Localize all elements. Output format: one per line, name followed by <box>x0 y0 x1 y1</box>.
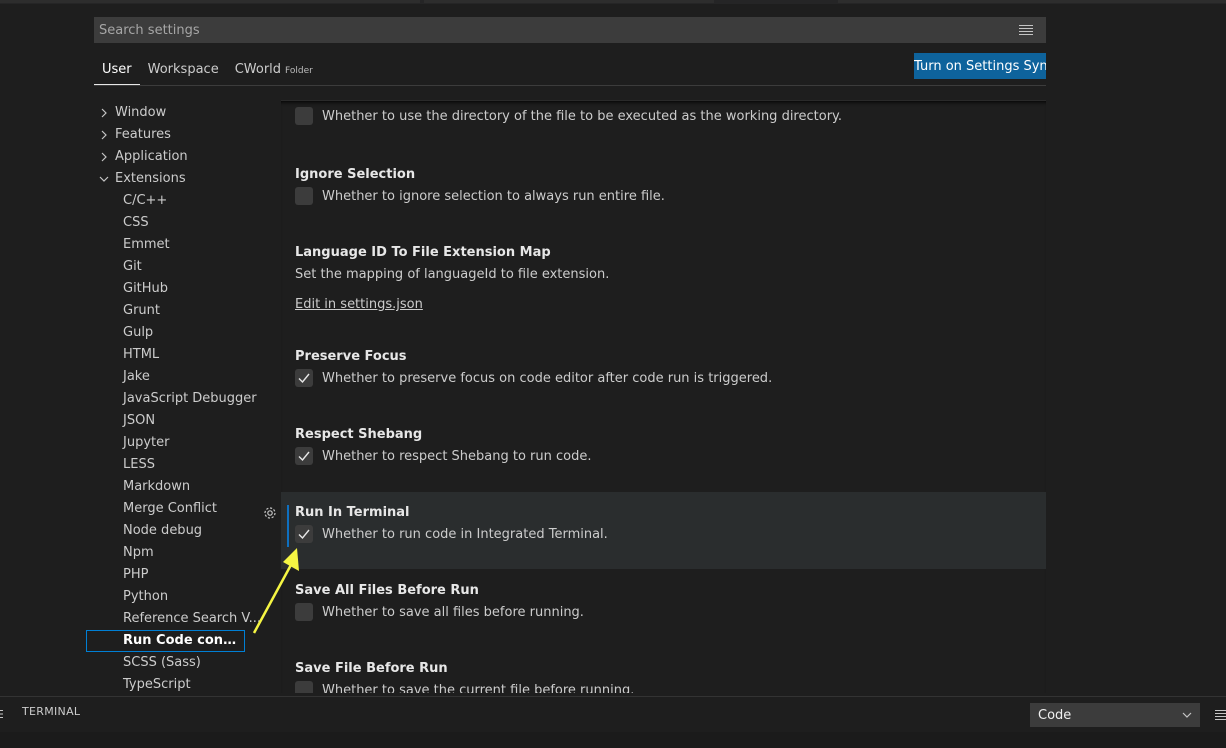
tab-divider <box>94 85 1046 86</box>
toc-item-grunt[interactable]: Grunt <box>86 300 266 322</box>
setting-title: Save File Before Run <box>295 661 448 676</box>
chevron-right-icon <box>101 130 107 140</box>
toc-item-css[interactable]: CSS <box>86 212 266 234</box>
tab-workspace[interactable]: Workspace <box>140 54 227 86</box>
toc-item-gulp[interactable]: Gulp <box>86 322 266 344</box>
select-value: Code <box>1038 707 1072 723</box>
setting-description: Whether to use the directory of the file… <box>322 108 843 124</box>
setting-language-id-map: Language ID To File Extension Map Set th… <box>281 243 1046 316</box>
tab-terminal[interactable]: TERMINAL <box>22 705 80 718</box>
toc-item-extensions[interactable]: Extensions <box>86 168 266 190</box>
toc-item-window[interactable]: Window <box>86 102 266 124</box>
tab-strip-segment <box>838 0 1226 3</box>
setting-title: Preserve Focus <box>295 349 407 364</box>
setting-description: Whether to preserve focus on code editor… <box>322 370 773 386</box>
setting-title: Run In Terminal <box>295 505 410 520</box>
toc-item-emmet[interactable]: Emmet <box>86 234 266 256</box>
editor-tab-strip <box>0 0 1226 4</box>
toc-label: Features <box>115 127 171 142</box>
output-channel-select[interactable]: Code <box>1030 703 1200 727</box>
setting-description: Whether to save the current file before … <box>322 682 635 694</box>
tab-user[interactable]: User <box>94 54 140 85</box>
settings-sync-button[interactable]: Turn on Settings Sync <box>914 53 1046 79</box>
tab-sublabel: Folder <box>285 66 313 76</box>
tab-label: User <box>102 62 132 77</box>
settings-scope-tabs: User Workspace CWorld Folder <box>94 54 321 86</box>
tab-strip-segment <box>0 0 420 3</box>
setting-checkbox[interactable] <box>295 107 313 125</box>
tab-label: Workspace <box>147 62 219 77</box>
setting-run-in-terminal: Run In Terminal Whether to run code in I… <box>281 492 1046 569</box>
setting-checkbox[interactable] <box>295 447 313 465</box>
settings-search-bar <box>94 17 1046 43</box>
chevron-right-icon <box>101 108 107 118</box>
terminal-area <box>0 732 1226 748</box>
toc-item-python[interactable]: Python <box>86 586 266 608</box>
toc-item-html[interactable]: HTML <box>86 344 266 366</box>
settings-table-of-contents: Window Features Application Extensions C… <box>86 102 266 692</box>
setting-checkbox[interactable] <box>295 525 313 543</box>
tab-label: CWorld <box>234 62 282 77</box>
setting-description: Whether to ignore selection to always ru… <box>322 188 665 204</box>
panel-menu-icon[interactable] <box>0 709 4 719</box>
toc-item-application[interactable]: Application <box>86 146 266 168</box>
check-icon <box>298 529 310 540</box>
setting-description: Whether to run code in Integrated Termin… <box>322 526 608 542</box>
setting-respect-shebang: Respect Shebang Whether to respect Sheba… <box>281 425 1046 467</box>
setting-ignore-selection: Ignore Selection Whether to ignore selec… <box>281 165 1046 207</box>
toc-item-markdown[interactable]: Markdown <box>86 476 266 498</box>
toc-item-less[interactable]: LESS <box>86 454 266 476</box>
list-icon[interactable] <box>1215 709 1226 721</box>
toc-label: Extensions <box>115 171 186 186</box>
chevron-right-icon <box>101 152 107 162</box>
edit-in-settings-json-link[interactable]: Edit in settings.json <box>295 297 423 312</box>
gear-icon[interactable] <box>262 505 278 521</box>
chevron-down-icon <box>1182 712 1192 718</box>
setting-checkbox[interactable] <box>295 187 313 205</box>
toc-item-typescript[interactable]: TypeScript <box>86 674 266 692</box>
toc-item-git[interactable]: Git <box>86 256 266 278</box>
toc-label: Window <box>115 105 167 120</box>
setting-preserve-focus: Preserve Focus Whether to preserve focus… <box>281 347 1046 389</box>
setting-title: Ignore Selection <box>295 167 416 182</box>
toc-label: Application <box>115 149 188 164</box>
focus-indicator <box>287 505 289 547</box>
setting-description: Whether to save all files before running… <box>322 604 584 620</box>
setting-save-all-files-before-run: Save All Files Before Run Whether to sav… <box>281 581 1046 623</box>
toc-item-merge-conflict[interactable]: Merge Conflict <box>86 498 266 520</box>
setting-description: Whether to respect Shebang to run code. <box>322 448 592 464</box>
chevron-down-icon <box>99 176 109 182</box>
toc-item-reference-search-view[interactable]: Reference Search V... <box>86 608 266 630</box>
toc-item-jupyter[interactable]: Jupyter <box>86 432 266 454</box>
tab-folder[interactable]: CWorld Folder <box>227 54 321 86</box>
check-icon <box>298 451 310 462</box>
check-icon <box>298 373 310 384</box>
setting-title: Save All Files Before Run <box>295 583 479 598</box>
setting-title: Language ID To File Extension Map <box>295 245 551 260</box>
toc-item-php[interactable]: PHP <box>86 564 266 586</box>
settings-list: Whether to use the directory of the file… <box>281 100 1046 693</box>
setting-title: Respect Shebang <box>295 427 423 442</box>
filter-icon[interactable] <box>1018 23 1034 37</box>
toc-item-jake[interactable]: Jake <box>86 366 266 388</box>
toc-item-scss[interactable]: SCSS (Sass) <box>86 652 266 674</box>
toc-item-javascript-debugger[interactable]: JavaScript Debugger <box>86 388 266 410</box>
toc-item-node-debug[interactable]: Node debug <box>86 520 266 542</box>
setting-checkbox[interactable] <box>295 681 313 693</box>
setting-save-file-before-run: Save File Before Run Whether to save the… <box>281 659 1046 693</box>
bottom-panel: TERMINAL Code <box>0 696 1226 733</box>
toc-item-github[interactable]: GitHub <box>86 278 266 300</box>
setting-file-directory-as-cwd: Whether to use the directory of the file… <box>281 105 1046 127</box>
toc-item-run-code-configuration[interactable]: Run Code configu... <box>86 630 245 652</box>
toc-item-cpp[interactable]: C/C++ <box>86 190 266 212</box>
setting-description: Set the mapping of languageId to file ex… <box>295 266 610 282</box>
setting-checkbox[interactable] <box>295 603 313 621</box>
toc-item-json[interactable]: JSON <box>86 410 266 432</box>
tab-strip-segment <box>424 0 714 3</box>
setting-checkbox[interactable] <box>295 369 313 387</box>
toc-item-features[interactable]: Features <box>86 124 266 146</box>
toc-item-npm[interactable]: Npm <box>86 542 266 564</box>
search-input[interactable] <box>99 22 1018 38</box>
